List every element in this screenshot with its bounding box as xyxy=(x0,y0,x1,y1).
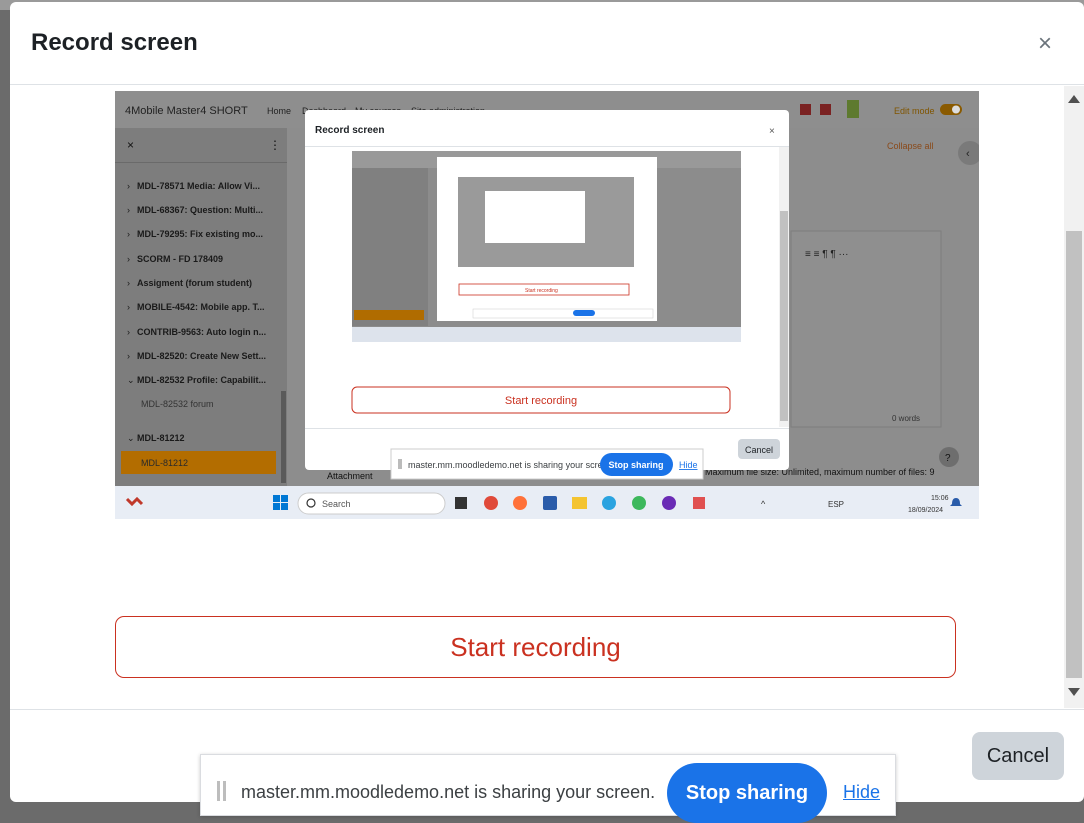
svg-text:‹: ‹ xyxy=(966,148,970,160)
record-screen-dialog: Record screen × 4Mobile Master4 SHORT Ho… xyxy=(10,2,1084,802)
stop-sharing-button[interactable]: Stop sharing xyxy=(667,763,827,823)
close-icon[interactable]: × xyxy=(1038,32,1052,56)
dialog-title: Record screen xyxy=(31,29,198,56)
svg-text:›: › xyxy=(127,205,130,215)
svg-text:›: › xyxy=(127,181,130,191)
svg-text:?: ? xyxy=(945,453,951,464)
svg-text:›: › xyxy=(127,229,130,239)
dialog-header: Record screen × xyxy=(10,2,1084,85)
svg-text:18/09/2024: 18/09/2024 xyxy=(908,507,943,514)
svg-text:MDL-68367: Question: Multi...: MDL-68367: Question: Multi... xyxy=(137,205,263,215)
svg-text:×: × xyxy=(769,126,775,137)
svg-text:›: › xyxy=(127,327,130,337)
dialog-scrollbar[interactable] xyxy=(1064,86,1084,708)
start-recording-button[interactable]: Start recording xyxy=(115,616,956,678)
svg-text:›: › xyxy=(127,302,130,312)
svg-text:›: › xyxy=(127,254,130,264)
svg-text:Collapse all: Collapse all xyxy=(887,141,934,151)
preview-site-name: 4Mobile Master4 SHORT xyxy=(125,105,248,117)
inner-dialog-title: Record screen xyxy=(315,125,384,136)
svg-text:≡ ≡ ¶ ¶ ···: ≡ ≡ ¶ ¶ ··· xyxy=(805,249,849,260)
inner-start-recording: Start recording xyxy=(505,395,577,407)
svg-text:CONTRIB-9563: Auto login n...: CONTRIB-9563: Auto login n... xyxy=(137,327,266,337)
svg-text:MDL-81212: MDL-81212 xyxy=(141,458,188,468)
cancel-button[interactable]: Cancel xyxy=(972,732,1064,780)
drag-handle-icon[interactable] xyxy=(217,781,226,801)
svg-text:MDL-81212: MDL-81212 xyxy=(137,433,185,443)
svg-text:MDL-79295: Fix existing mo...: MDL-79295: Fix existing mo... xyxy=(137,229,263,239)
svg-text:⌄: ⌄ xyxy=(127,375,135,385)
svg-text:⌄: ⌄ xyxy=(127,433,135,443)
svg-text:MDL-82532 Profile: Capabilit..: MDL-82532 Profile: Capabilit... xyxy=(137,375,266,385)
share-message: master.mm.moodledemo.net is sharing your… xyxy=(241,782,656,802)
scroll-down-icon[interactable] xyxy=(1068,688,1080,696)
svg-text:⋮: ⋮ xyxy=(269,138,281,152)
svg-text:Search: Search xyxy=(322,499,351,509)
svg-text:Hide: Hide xyxy=(679,460,698,470)
screen-preview-image: 4Mobile Master4 SHORT Home Dashboard My … xyxy=(115,91,979,519)
screen-preview: 4Mobile Master4 SHORT Home Dashboard My … xyxy=(115,91,979,519)
svg-text:MDL-82520: Create New Sett...: MDL-82520: Create New Sett... xyxy=(137,351,266,361)
svg-text:›: › xyxy=(127,278,130,288)
svg-text:MDL-78571 Media: Allow Vi...: MDL-78571 Media: Allow Vi... xyxy=(137,181,260,191)
svg-text:Home: Home xyxy=(267,106,291,116)
svg-text:Stop sharing: Stop sharing xyxy=(608,460,663,470)
svg-text:15:06: 15:06 xyxy=(931,495,949,502)
svg-text:Attachment: Attachment xyxy=(327,471,373,481)
scroll-up-icon[interactable] xyxy=(1068,95,1080,103)
preview-edit-mode: Edit mode xyxy=(894,106,935,116)
hide-link[interactable]: Hide xyxy=(843,782,880,803)
svg-text:×: × xyxy=(127,138,134,152)
svg-text:›: › xyxy=(127,351,130,361)
svg-text:master.mm.moodledemo.net is sh: master.mm.moodledemo.net is sharing your… xyxy=(408,460,615,470)
scrollbar-thumb[interactable] xyxy=(1066,231,1082,678)
svg-text:Start recording: Start recording xyxy=(525,288,558,294)
svg-text:Assigment (forum student): Assigment (forum student) xyxy=(137,278,252,288)
screen-share-bar: master.mm.moodledemo.net is sharing your… xyxy=(200,754,896,823)
svg-text:ESP: ESP xyxy=(828,500,844,509)
svg-text:MDL-82532 forum: MDL-82532 forum xyxy=(141,399,214,409)
svg-text:SCORM - FD 178409: SCORM - FD 178409 xyxy=(137,254,223,264)
svg-text:Cancel: Cancel xyxy=(745,445,773,455)
svg-text:MOBILE-4542: Mobile app. T...: MOBILE-4542: Mobile app. T... xyxy=(137,302,265,312)
svg-text:0 words: 0 words xyxy=(892,414,920,423)
